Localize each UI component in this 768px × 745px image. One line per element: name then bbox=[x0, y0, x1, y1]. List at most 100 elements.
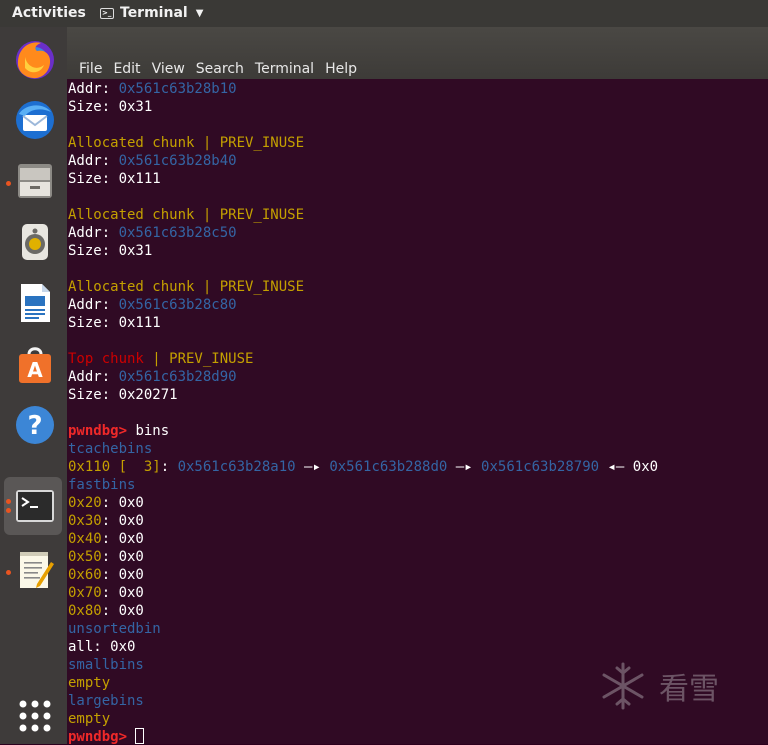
menu-edit[interactable]: Edit bbox=[107, 61, 145, 77]
dock-item-software[interactable]: A bbox=[4, 335, 62, 393]
terminal-text: 0x50 bbox=[68, 549, 102, 565]
terminal-text: bins bbox=[135, 423, 170, 439]
terminal-text: : 0x0 bbox=[101, 567, 144, 583]
dock-item-help[interactable]: ? bbox=[4, 396, 62, 454]
terminal-text: 0x60 bbox=[68, 567, 102, 583]
terminal-text: Size: 0x31 bbox=[68, 99, 153, 115]
dock-item-rhythmbox[interactable] bbox=[4, 213, 62, 271]
terminal-line: Addr: 0x561c63b28b40 bbox=[68, 152, 658, 170]
terminal-text: empty bbox=[68, 675, 111, 691]
terminal-line: smallbins bbox=[68, 656, 658, 674]
terminal-line: 0x80: 0x0 bbox=[68, 602, 658, 620]
terminal-line: Allocated chunk | PREV_INUSE bbox=[68, 278, 658, 296]
terminal-text: fastbins bbox=[68, 477, 136, 493]
terminal-text: Addr: bbox=[68, 225, 119, 241]
terminal-line: Addr: 0x561c63b28c50 bbox=[68, 224, 658, 242]
terminal-line: Size: 0x31 bbox=[68, 242, 658, 260]
terminal-line: Top chunk | PREV_INUSE bbox=[68, 350, 658, 368]
terminal-line: Size: 0x31 bbox=[68, 98, 658, 116]
terminal-line: all: 0x0 bbox=[68, 638, 658, 656]
help-icon: ? bbox=[16, 406, 54, 444]
terminal-line: Addr: 0x561c63b28b10 bbox=[68, 80, 658, 98]
terminal-text: 0x110 [ 3] bbox=[68, 459, 161, 475]
menu-terminal[interactable]: Terminal bbox=[249, 61, 319, 77]
terminal-line: Size: 0x111 bbox=[68, 314, 658, 332]
terminal-text: Addr: bbox=[68, 297, 119, 313]
terminal-text: Size: 0x31 bbox=[68, 243, 153, 259]
terminal-text: 0x561c63b28c50 bbox=[118, 225, 237, 241]
terminal-icon bbox=[16, 490, 54, 522]
menu-view[interactable]: View bbox=[146, 61, 190, 77]
dock-item-files[interactable] bbox=[4, 152, 62, 210]
terminal-line: largebins bbox=[68, 692, 658, 710]
terminal-text: Top chunk bbox=[68, 351, 144, 367]
terminal-text: smallbins bbox=[68, 657, 144, 673]
activities-button[interactable]: Activities bbox=[12, 5, 86, 21]
dock-item-thunderbird[interactable] bbox=[4, 91, 62, 149]
terminal-text: 0x20 bbox=[68, 495, 102, 511]
terminal-text: 0x40 bbox=[68, 531, 102, 547]
terminal-text: 0x561c63b28b10 bbox=[118, 81, 237, 97]
running-indicator bbox=[6, 181, 11, 186]
terminal-text: | PREV_INUSE bbox=[143, 351, 254, 367]
terminal-text: tcachebins bbox=[68, 441, 153, 457]
terminal-line: pwndbg> bbox=[68, 728, 658, 744]
terminal-text: : 0x0 bbox=[101, 513, 144, 529]
terminal-text: Addr: bbox=[68, 153, 119, 169]
terminal-text: —▸ bbox=[447, 459, 482, 475]
terminal-line: pwndbg> bins bbox=[68, 422, 658, 440]
terminal-line: Size: 0x20271 bbox=[68, 386, 658, 404]
terminal-text: Size: 0x111 bbox=[68, 171, 161, 187]
terminal-icon: >_ bbox=[100, 7, 114, 19]
terminal-text: Addr: bbox=[68, 81, 119, 97]
speaker-icon bbox=[22, 224, 48, 260]
terminal-line: 0x50: 0x0 bbox=[68, 548, 658, 566]
running-indicator bbox=[6, 499, 11, 504]
snowflake-logo-icon bbox=[602, 662, 644, 710]
terminal-text: Allocated chunk | PREV_INUSE bbox=[68, 135, 305, 151]
terminal-text: : 0x0 bbox=[101, 603, 144, 619]
terminal-text: pwndbg> bbox=[68, 423, 136, 439]
terminal-line: tcachebins bbox=[68, 440, 658, 458]
terminal-lines: Addr: 0x561c63b28b10 Size: 0x31 Allocated … bbox=[68, 80, 658, 744]
terminal-text: ◂— 0x0 bbox=[599, 459, 659, 475]
caret-down-icon: ▼ bbox=[195, 7, 204, 19]
terminal-window-header: File Edit View Search Terminal Help bbox=[67, 27, 768, 79]
menu-search[interactable]: Search bbox=[190, 61, 249, 77]
terminal-output[interactable]: Addr: 0x561c63b28b10 Size: 0x31 Allocated … bbox=[67, 79, 768, 744]
terminal-line: fastbins bbox=[68, 476, 658, 494]
show-applications-button[interactable] bbox=[4, 687, 62, 745]
firefox-icon bbox=[16, 41, 54, 79]
thunderbird-icon bbox=[16, 101, 54, 139]
app-menu[interactable]: >_ Terminal ▼ bbox=[100, 5, 203, 21]
menu-file[interactable]: File bbox=[73, 61, 107, 77]
terminal-line: Addr: 0x561c63b28d90 bbox=[68, 368, 658, 386]
terminal-text: 0x561c63b288d0 bbox=[329, 459, 448, 475]
dock-item-writer[interactable] bbox=[4, 274, 62, 332]
terminal-text: largebins bbox=[68, 693, 144, 709]
terminal-line: 0x20: 0x0 bbox=[68, 494, 658, 512]
terminal-text: : bbox=[160, 459, 178, 475]
running-indicator bbox=[6, 570, 11, 575]
terminal-text: : 0x0 bbox=[101, 531, 144, 547]
terminal-line: empty bbox=[68, 674, 658, 692]
watermark-text: 看雪 bbox=[659, 672, 719, 707]
terminal-text: —▸ bbox=[295, 459, 330, 475]
dock-item-firefox[interactable] bbox=[4, 30, 62, 88]
menu-bar: File Edit View Search Terminal Help bbox=[73, 61, 362, 77]
terminal-text: 0x80 bbox=[68, 603, 102, 619]
terminal-line: empty bbox=[68, 710, 658, 728]
dock-item-text-editor[interactable] bbox=[4, 541, 62, 599]
terminal-text: 0x561c63b28c80 bbox=[118, 297, 237, 313]
terminal-text: : 0x0 bbox=[101, 495, 144, 511]
dock-item-terminal[interactable] bbox=[4, 477, 62, 535]
menu-help[interactable]: Help bbox=[319, 61, 362, 77]
files-icon bbox=[18, 164, 52, 198]
terminal-text: 0x561c63b28790 bbox=[481, 459, 600, 475]
text-editor-icon bbox=[20, 552, 54, 588]
running-indicator bbox=[6, 508, 11, 513]
